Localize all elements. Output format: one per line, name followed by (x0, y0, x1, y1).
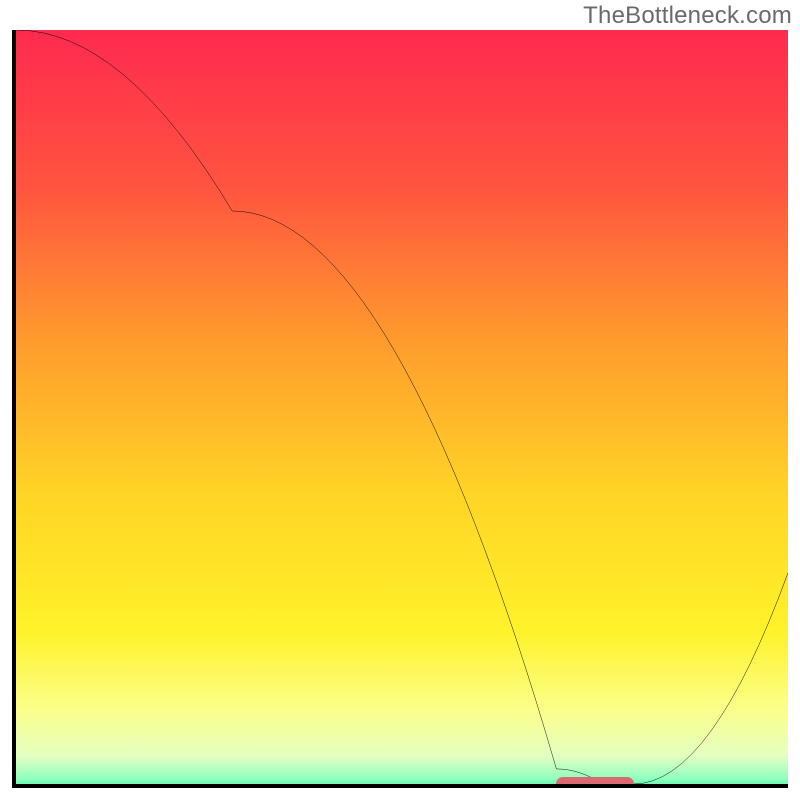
plot-area (12, 30, 788, 788)
optimal-marker (556, 777, 633, 788)
watermark-text: TheBottleneck.com (583, 2, 792, 30)
bottleneck-curve (16, 30, 788, 784)
chart-frame: TheBottleneck.com (0, 0, 800, 800)
